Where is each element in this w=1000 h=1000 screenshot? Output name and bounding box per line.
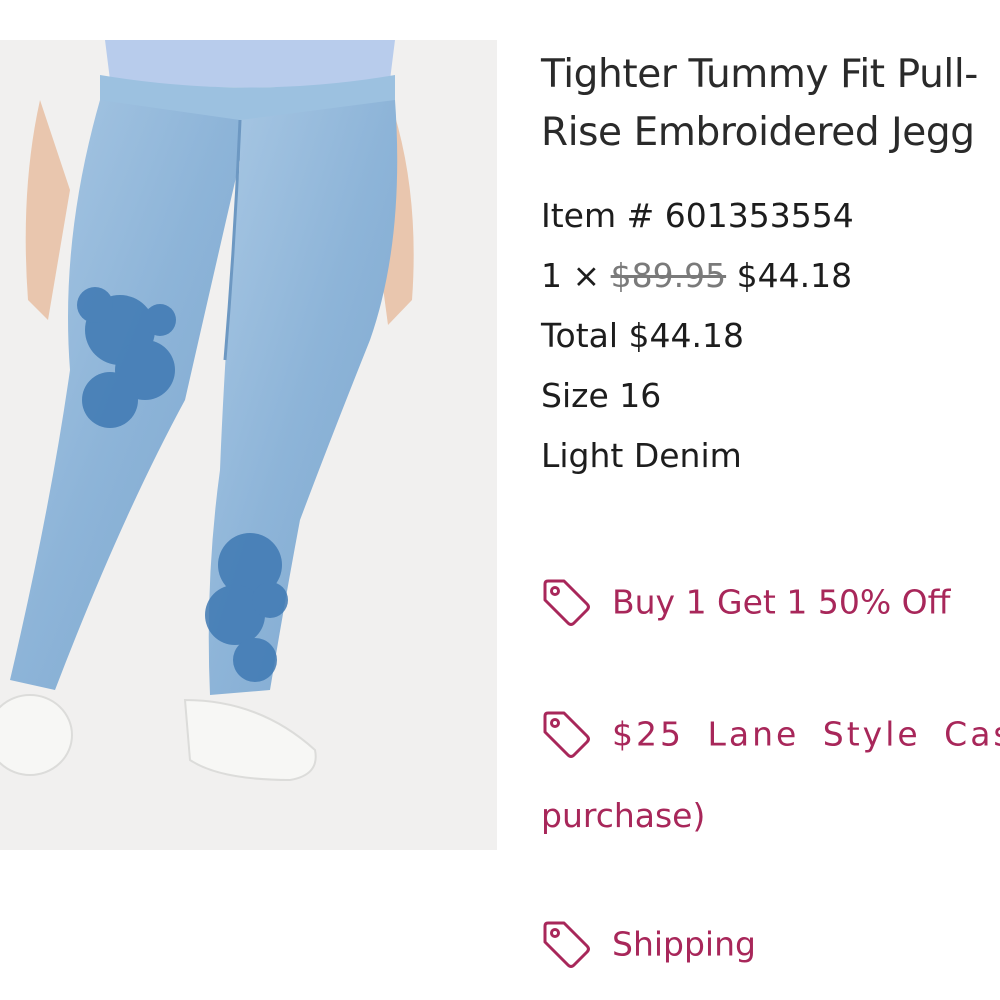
order-details: Item # 601353554 1 × $89.95 $44.18 Total…: [541, 186, 1000, 486]
item-number: Item # 601353554: [541, 196, 854, 235]
promotion-label: $25 Lane Style Cas: [612, 714, 1000, 754]
price-tag-icon: [543, 711, 590, 758]
size: Size 16: [541, 376, 662, 415]
product-title-line-1: Tighter Tummy Fit Pull-: [541, 52, 978, 97]
price-tag-icon: [543, 579, 590, 626]
product-title[interactable]: Tighter Tummy Fit Pull- Rise Embroidered…: [541, 46, 1000, 162]
product-title-line-2: Rise Embroidered Jegg: [541, 110, 975, 155]
original-price: $89.95: [610, 256, 727, 295]
sale-price: $44.18: [736, 256, 853, 295]
price-tag-icon: [543, 921, 590, 968]
color: Light Denim: [541, 436, 742, 475]
jeans-photo: [0, 40, 497, 850]
price-row: 1 × $89.95 $44.18: [541, 246, 1000, 306]
promotion-shipping[interactable]: Shipping: [540, 918, 756, 970]
product-image[interactable]: [0, 40, 497, 850]
promotion-label: Shipping: [612, 924, 756, 964]
promotion-style-cash-continuation: purchase): [541, 796, 706, 835]
order-item-page: Tighter Tummy Fit Pull- Rise Embroidered…: [0, 0, 1000, 1000]
product-info: Tighter Tummy Fit Pull- Rise Embroidered…: [541, 46, 1000, 486]
promotion-bogo[interactable]: Buy 1 Get 1 50% Off: [540, 576, 950, 628]
promotion-label: Buy 1 Get 1 50% Off: [612, 582, 951, 622]
quantity: 1 ×: [541, 256, 601, 295]
total-price: Total $44.18: [541, 316, 745, 355]
promotion-style-cash[interactable]: $25 Lane Style Cas: [540, 708, 1000, 760]
